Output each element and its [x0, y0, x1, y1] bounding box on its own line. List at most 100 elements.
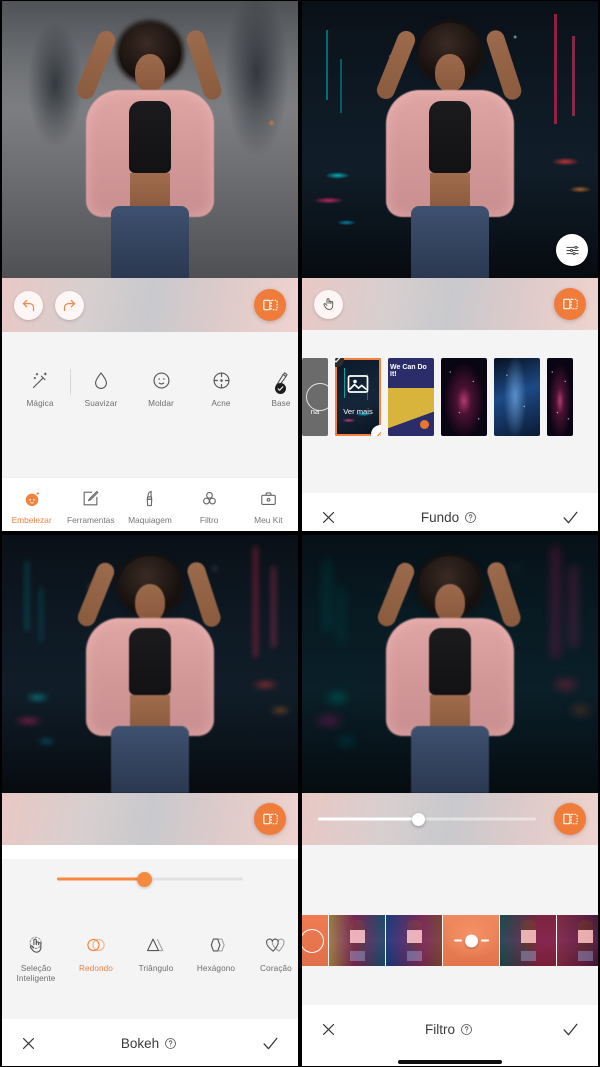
- slider-knob[interactable]: [136, 871, 152, 887]
- beautify-face-icon: [22, 487, 42, 511]
- filter-skyline[interactable]: Skyline: [443, 915, 499, 966]
- help-icon[interactable]: [464, 511, 477, 524]
- bokeh-intensity-slider[interactable]: [2, 859, 298, 899]
- selected-check-icon: [335, 358, 344, 367]
- thumbnail-poster[interactable]: We Can Do It!: [388, 358, 434, 436]
- compare-icon: [262, 297, 279, 313]
- action-bar-title-wrap: Bokeh: [121, 1036, 177, 1051]
- tool-suavizar[interactable]: Suavizar: [71, 366, 131, 409]
- help-icon[interactable]: [460, 1023, 473, 1036]
- shape-hexagono[interactable]: Hexágono: [186, 931, 246, 974]
- filter-gradual[interactable]: Gradual: [557, 915, 598, 966]
- shape-label: Triângulo: [138, 964, 174, 973]
- filter-mini-slider[interactable]: [443, 934, 499, 947]
- bottom-tabbar[interactable]: Embelezar Ferramentas Maquiagem Filtro M…: [2, 477, 298, 531]
- filter-thumbnail: [386, 915, 442, 966]
- heart-bokeh-icon: [265, 931, 288, 959]
- confirm-button[interactable]: [561, 508, 580, 527]
- action-bar-title: Fundo: [420, 509, 460, 525]
- sliders-icon: [565, 243, 580, 258]
- beautify-tool-row[interactable]: Mágica Suavizar Moldar Acne Base: [2, 366, 298, 409]
- cancel-button[interactable]: [320, 1021, 337, 1038]
- filter-intensity-slider[interactable]: [318, 812, 536, 826]
- background-thumbnail-strip[interactable]: na Ver mais We Can Do It!: [302, 358, 598, 436]
- cancel-button[interactable]: [320, 509, 337, 526]
- tab-ferramentas[interactable]: Ferramentas: [62, 487, 120, 525]
- tool-strip-area: Mágica Suavizar Moldar Acne Base: [2, 332, 298, 477]
- thumbnail-label: na: [310, 407, 320, 416]
- tab-embelezar[interactable]: Embelezar: [3, 487, 61, 525]
- compare-icon: [562, 296, 579, 312]
- bokeh-controls-area: Seleção Inteligente Redondo Triângulo He…: [2, 859, 298, 1019]
- undo-icon: [21, 298, 36, 313]
- photo-subject: [374, 1, 525, 278]
- filter-picker-area: Horizon Flame Skyline: [302, 845, 598, 1005]
- panel-filtro: Horizon Flame Skyline: [302, 535, 598, 1066]
- shape-coracao[interactable]: Coração: [246, 931, 298, 974]
- tool-base[interactable]: Base: [251, 366, 298, 409]
- filter-horizon[interactable]: Horizon: [329, 915, 385, 966]
- shape-selecao-inteligente[interactable]: Seleção Inteligente: [6, 931, 66, 984]
- photo-preview-filter[interactable]: [302, 535, 598, 793]
- help-icon[interactable]: [164, 1037, 177, 1050]
- slider-knob[interactable]: [464, 934, 478, 947]
- editor-toolbar-strip: [2, 278, 298, 332]
- compare-button[interactable]: [254, 803, 286, 835]
- gesture-button[interactable]: [314, 289, 343, 319]
- tool-label: Suavizar: [84, 399, 118, 408]
- adjust-button[interactable]: [556, 234, 588, 266]
- tool-label: Mágica: [26, 399, 54, 408]
- slider-dash-left: [453, 939, 462, 942]
- poster-bulb-icon: [420, 420, 429, 429]
- redo-button[interactable]: [55, 290, 84, 320]
- photo-preview-bokeh[interactable]: [2, 535, 298, 793]
- slider-knob[interactable]: [411, 812, 425, 826]
- screenshot-grid: Mágica Suavizar Moldar Acne Base Embelez…: [0, 0, 600, 1067]
- action-bar: Bokeh: [2, 1019, 298, 1066]
- confirm-button[interactable]: [561, 1020, 580, 1039]
- droplet-icon: [91, 366, 111, 394]
- tool-label: Acne: [211, 399, 231, 408]
- bokeh-shape-row[interactable]: Seleção Inteligente Redondo Triângulo He…: [2, 931, 298, 984]
- tool-magica[interactable]: Mágica: [10, 366, 70, 409]
- my-kit-case-icon: [259, 487, 278, 511]
- compare-button[interactable]: [254, 289, 286, 321]
- filter-ember[interactable]: Ember: [500, 915, 556, 966]
- cancel-button[interactable]: [20, 1035, 37, 1052]
- filter-thumbnail: [557, 915, 598, 966]
- confirm-button[interactable]: [261, 1034, 280, 1053]
- tab-label: Meu Kit: [254, 514, 283, 525]
- undo-button[interactable]: [14, 290, 43, 320]
- tool-acne[interactable]: Acne: [191, 366, 251, 409]
- tab-filtro[interactable]: Filtro: [180, 487, 238, 525]
- tool-label: Moldar: [148, 399, 174, 408]
- thumbnail-partial-next[interactable]: [547, 358, 573, 436]
- lipstick-icon: [140, 487, 159, 511]
- compare-button[interactable]: [554, 288, 586, 320]
- photo-preview-night[interactable]: [302, 1, 598, 278]
- panel-embelezar: Mágica Suavizar Moldar Acne Base Embelez…: [2, 1, 298, 531]
- filter-partial-previous[interactable]: [302, 915, 328, 966]
- thumbnail-ver-mais[interactable]: Ver mais: [335, 358, 381, 436]
- shape-triangulo[interactable]: Triângulo: [126, 931, 186, 974]
- tab-maquiagem[interactable]: Maquiagem: [121, 487, 179, 525]
- filter-flame[interactable]: Flame: [386, 915, 442, 966]
- slider-track[interactable]: [57, 871, 243, 887]
- photo-subject: [75, 535, 225, 793]
- thumbnail-label: Ver mais: [343, 407, 373, 416]
- tool-moldar[interactable]: Moldar: [131, 366, 191, 409]
- shape-label: Hexágono: [196, 964, 236, 973]
- thumbnail-partial-previous[interactable]: na: [302, 358, 328, 436]
- editor-toolbar-strip: [302, 278, 598, 330]
- photo-preview-street[interactable]: [2, 1, 298, 278]
- magic-wand-icon: [30, 366, 51, 394]
- thumbnail-nebula[interactable]: [441, 358, 487, 436]
- shape-redondo[interactable]: Redondo: [66, 931, 126, 974]
- compare-button[interactable]: [554, 803, 586, 835]
- edit-pencil-icon[interactable]: [371, 425, 381, 436]
- thumbnail-milky-way[interactable]: [494, 358, 540, 436]
- filter-thumbnail-strip[interactable]: Horizon Flame Skyline: [302, 915, 598, 978]
- tab-meu-kit[interactable]: Meu Kit: [239, 487, 297, 525]
- editor-toolbar-strip: [2, 793, 298, 845]
- circle-bokeh-icon: [85, 931, 107, 959]
